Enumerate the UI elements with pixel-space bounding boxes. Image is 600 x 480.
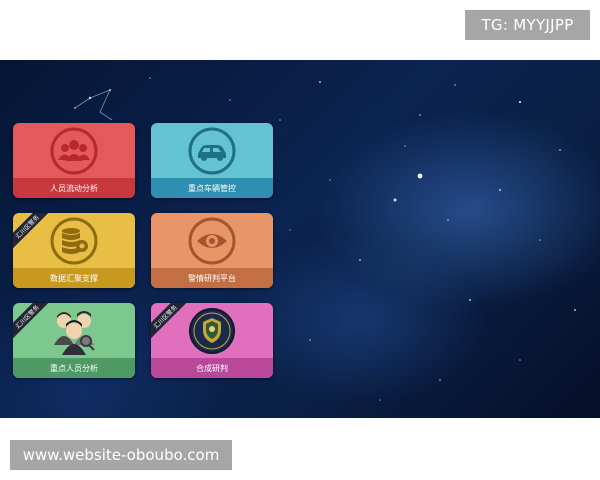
tile-icon-area <box>151 123 273 178</box>
database-icon <box>50 217 98 264</box>
tile-population-flow-analysis[interactable]: 人员流动分析 <box>13 123 135 198</box>
dashboard-screen: 人员流动分析 重点车辆管控 汇川区警务 数据汇聚支撑 警情研判平台 汇川区警务 … <box>0 60 600 418</box>
tile-label: 重点车辆管控 <box>151 178 273 198</box>
tile-icon-area <box>151 303 273 358</box>
tile-icon-area <box>151 213 273 268</box>
tile-alert-analysis-platform[interactable]: 警情研判平台 <box>151 213 273 288</box>
tile-data-aggregation-support[interactable]: 汇川区警务 数据汇聚支撑 <box>13 213 135 288</box>
tile-icon-area <box>13 213 135 268</box>
tile-label: 数据汇聚支撑 <box>13 268 135 288</box>
tile-label: 警情研判平台 <box>151 268 273 288</box>
tile-combined-analysis[interactable]: 汇川区警务 合成研判 <box>151 303 273 378</box>
watermark-top-right: TG: MYYJJPP <box>465 10 590 40</box>
people-group-icon <box>50 127 98 174</box>
tile-label: 合成研判 <box>151 358 273 378</box>
eye-icon <box>188 217 236 264</box>
car-icon <box>188 127 236 174</box>
suspects-photo-icon <box>54 310 95 355</box>
tile-key-vehicle-control[interactable]: 重点车辆管控 <box>151 123 273 198</box>
tile-label: 重点人员分析 <box>13 358 135 378</box>
tile-icon-area <box>13 303 135 358</box>
tile-key-person-analysis[interactable]: 汇川区警务 重点人员分析 <box>13 303 135 378</box>
police-badge-icon <box>189 307 235 354</box>
tile-label: 人员流动分析 <box>13 178 135 198</box>
tile-icon-area <box>13 123 135 178</box>
watermark-bottom-left: www.website-oboubo.com <box>10 440 232 470</box>
